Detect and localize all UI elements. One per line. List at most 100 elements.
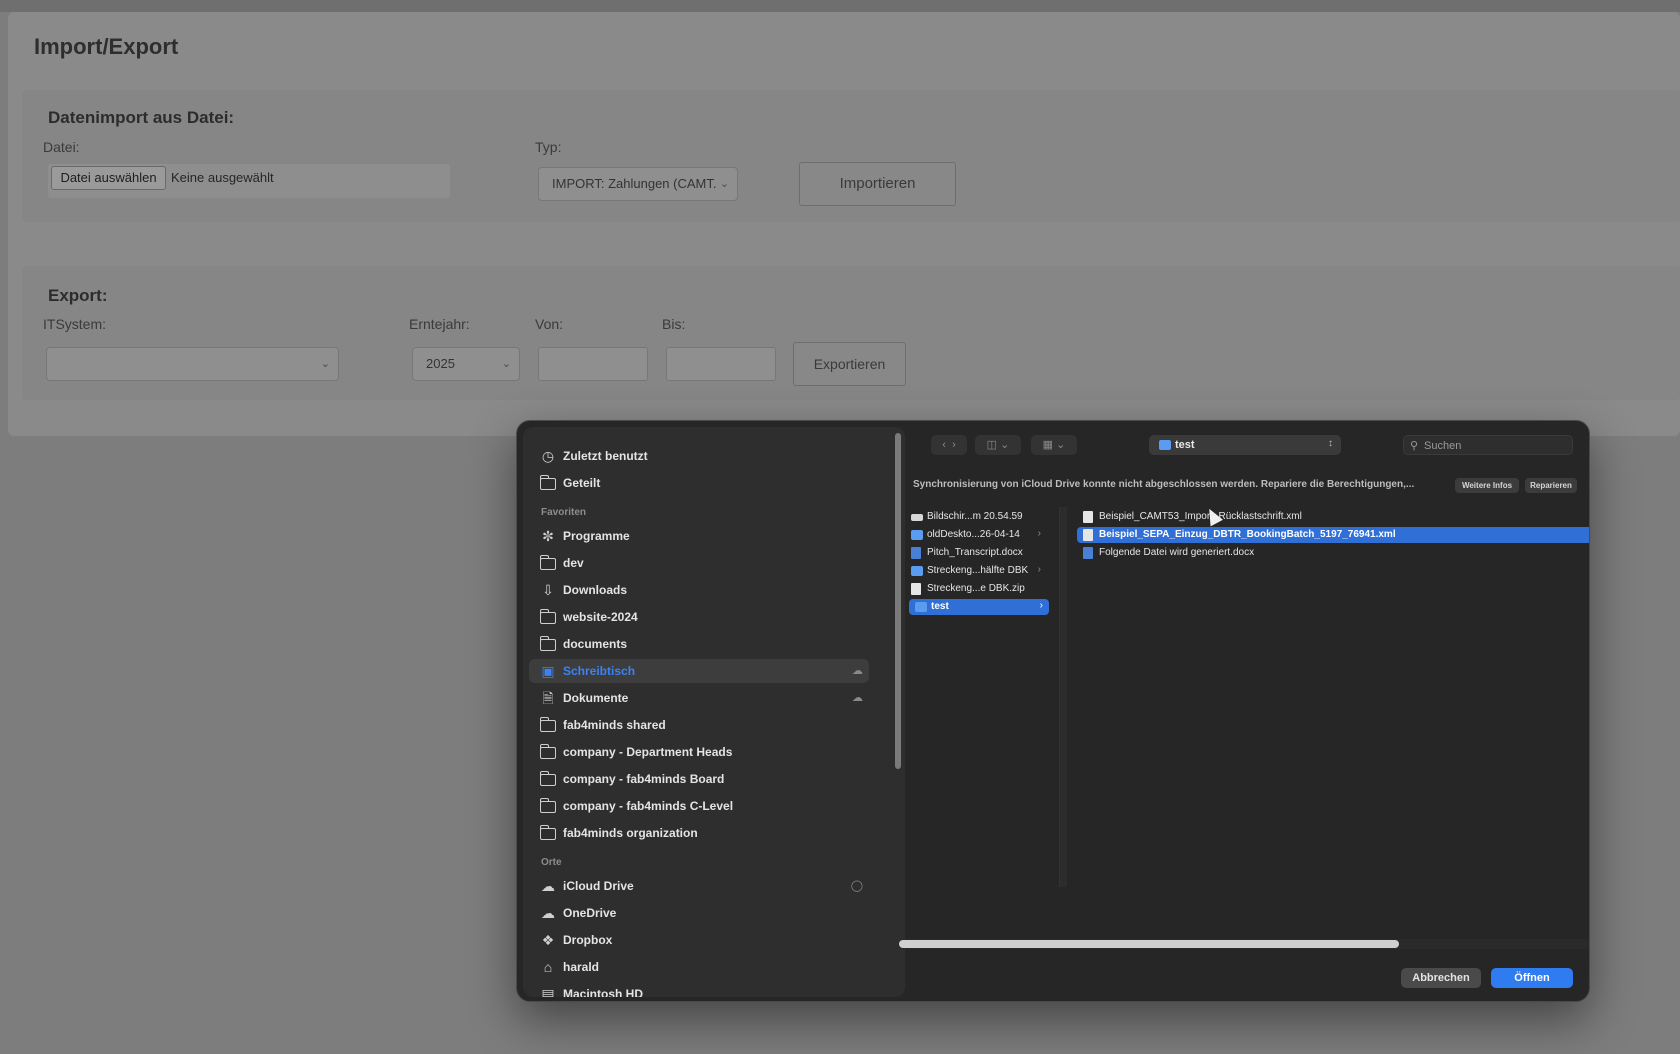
to-label: Bis: [662,316,686,332]
list-item[interactable]: Pitch_Transcript.docx [905,545,1047,561]
scrollbar-thumb[interactable] [899,940,1399,948]
year-select-value: 2025 [426,356,455,371]
chevron-left-icon[interactable]: ‹ [942,439,946,451]
sidebar-item-downloads[interactable]: ⇩ Downloads [529,578,869,602]
icloud-warning-bar: Synchronisierung von iCloud Drive konnte… [913,478,1585,494]
xml-file-icon [1083,529,1093,541]
chevron-down-icon: ⌄ [1056,439,1066,451]
list-item-selected[interactable]: Beispiel_SEPA_Einzug_DBTR_BookingBatch_5… [1077,527,1589,543]
column-resize-divider[interactable] [1059,507,1067,887]
list-item[interactable]: Streckeng...e DBK.zip [905,581,1047,597]
sidebar-item-fab4minds-board[interactable]: company - fab4minds Board [529,767,869,791]
import-button[interactable]: Importieren [799,162,956,206]
sidebar-item-macintosh-hd[interactable]: ▤ Macintosh HD [529,982,869,997]
folder-icon [911,566,923,576]
sidebar-item-label: OneDrive [563,906,617,920]
more-info-button[interactable]: Weitere Infos [1455,478,1519,493]
sidebar-item-label: company - Department Heads [563,745,733,759]
shared-folder-icon [539,475,557,491]
search-field[interactable]: ⚲ Suchen [1403,435,1573,455]
clock-icon: ◷ [541,448,555,464]
sidebar-item-label: fab4minds organization [563,826,698,840]
type-select-value: IMPORT: Zahlungen (CAMT. [552,176,717,191]
year-label: Erntejahr: [409,316,470,332]
sidebar-item-icloud-drive[interactable]: ☁ iCloud Drive ◯ [529,874,869,898]
sidebar-item-fab4minds-c-level[interactable]: company - fab4minds C-Level [529,794,869,818]
itsystem-label: ITSystem: [43,316,107,332]
chevron-down-icon: ⌄ [501,358,511,370]
file-name: test [931,601,949,612]
export-heading: Export: [48,286,108,305]
file-open-dialog: ◷ Zuletzt benutzt Geteilt Favoriten ✼ Pr… [516,420,1590,1002]
folder-icon [1159,440,1171,450]
chevron-right-icon[interactable]: › [952,439,956,451]
sidebar-item-label: iCloud Drive [563,879,634,893]
sidebar-item-programme[interactable]: ✼ Programme [529,524,869,548]
location-popup[interactable]: test ↕ [1149,435,1341,455]
sidebar-item-onedrive[interactable]: ☁ OneDrive [529,901,869,925]
folder-icon [911,530,923,540]
sidebar-item-schreibtisch[interactable]: ▣ Schreibtisch ☁ [529,659,869,683]
file-name: oldDeskto...26-04-14 [927,529,1020,540]
favorites-heading: Favoriten [541,507,587,518]
cloud-icon: ☁ [852,665,863,677]
group-button[interactable]: ▦ ⌄ [1031,435,1077,455]
list-item-selected[interactable]: test › [909,599,1049,615]
search-icon: ⚲ [1410,440,1419,452]
file-name: Streckeng...hälfte DBK [927,565,1029,576]
folder-icon [539,609,557,625]
sidebar-item-label: website-2024 [563,610,638,624]
sidebar-item-harald[interactable]: ⌂ harald [529,955,869,979]
cloud-icon: ☁ [852,692,863,704]
sidebar-item-label: harald [563,960,600,974]
xml-file-icon [1083,511,1093,523]
back-forward-buttons[interactable]: ‹ › [931,435,967,455]
sidebar-item-fab4minds-shared[interactable]: fab4minds shared [529,713,869,737]
choose-file-button[interactable]: Datei auswählen [51,166,166,190]
file-name: Beispiel_CAMT53_Import_Rücklastschrift.x… [1099,511,1302,522]
word-document-icon [1083,547,1093,559]
disk-icon: ▤ [541,986,555,997]
repair-button[interactable]: Reparieren [1525,478,1577,493]
sidebar-item-recent[interactable]: ◷ Zuletzt benutzt [529,444,869,468]
file-name: Streckeng...e DBK.zip [927,583,1025,594]
type-select[interactable]: IMPORT: Zahlungen (CAMT. ⌄ [538,167,738,201]
itsystem-select[interactable]: ⌄ [46,347,339,381]
sidebar-item-documents[interactable]: documents [529,632,869,656]
sidebar-item-department-heads[interactable]: company - Department Heads [529,740,869,764]
top-strip [0,0,1680,12]
sidebar-item-dokumente[interactable]: 🗎 Dokumente ☁ [529,686,869,710]
sidebar-item-fab4minds-organization[interactable]: fab4minds organization [529,821,869,845]
list-item[interactable]: Beispiel_CAMT53_Import_Rücklastschrift.x… [1077,509,1577,525]
sidebar-item-label: Downloads [563,583,628,597]
download-icon: ⇩ [542,582,554,598]
horizontal-scrollbar[interactable] [899,939,1589,949]
sidebar-item-website-2024[interactable]: website-2024 [529,605,869,629]
word-document-icon [911,547,921,559]
view-mode-button[interactable]: ◫ ⌄ [975,435,1021,455]
list-item[interactable]: Bildschir...m 20.54.59 [905,509,1047,525]
list-item[interactable]: Folgende Datei wird generiert.docx [1077,545,1577,561]
desktop-icon: ▣ [541,663,555,679]
cancel-button[interactable]: Abbrechen [1401,968,1481,988]
folder-icon [539,717,557,733]
image-file-icon [911,514,923,521]
file-label: Datei: [43,139,80,155]
apps-icon: ✼ [542,528,554,544]
sidebar-item-dev[interactable]: dev [529,551,869,575]
sidebar-item-label: fab4minds shared [563,718,666,732]
dialog-sidebar: ◷ Zuletzt benutzt Geteilt Favoriten ✼ Pr… [523,427,905,997]
from-date-input[interactable] [538,347,648,381]
sidebar-item-shared[interactable]: Geteilt [529,471,869,495]
dialog-toolbar: ‹ › ◫ ⌄ ▦ ⌄ test ↕ ⚲ Suchen [907,421,1589,471]
chevron-down-icon: ⌄ [320,358,330,370]
list-item[interactable]: Streckeng...hälfte DBK › [905,563,1047,579]
sidebar-scrollbar[interactable] [895,433,901,769]
list-item[interactable]: oldDeskto...26-04-14 › [905,527,1047,543]
grid-icon: ▦ [1042,439,1054,451]
year-select[interactable]: 2025 ⌄ [412,347,520,381]
open-button[interactable]: Öffnen [1491,968,1573,988]
sidebar-item-dropbox[interactable]: ❖ Dropbox [529,928,869,952]
to-date-input[interactable] [666,347,776,381]
export-button[interactable]: Exportieren [793,342,906,386]
